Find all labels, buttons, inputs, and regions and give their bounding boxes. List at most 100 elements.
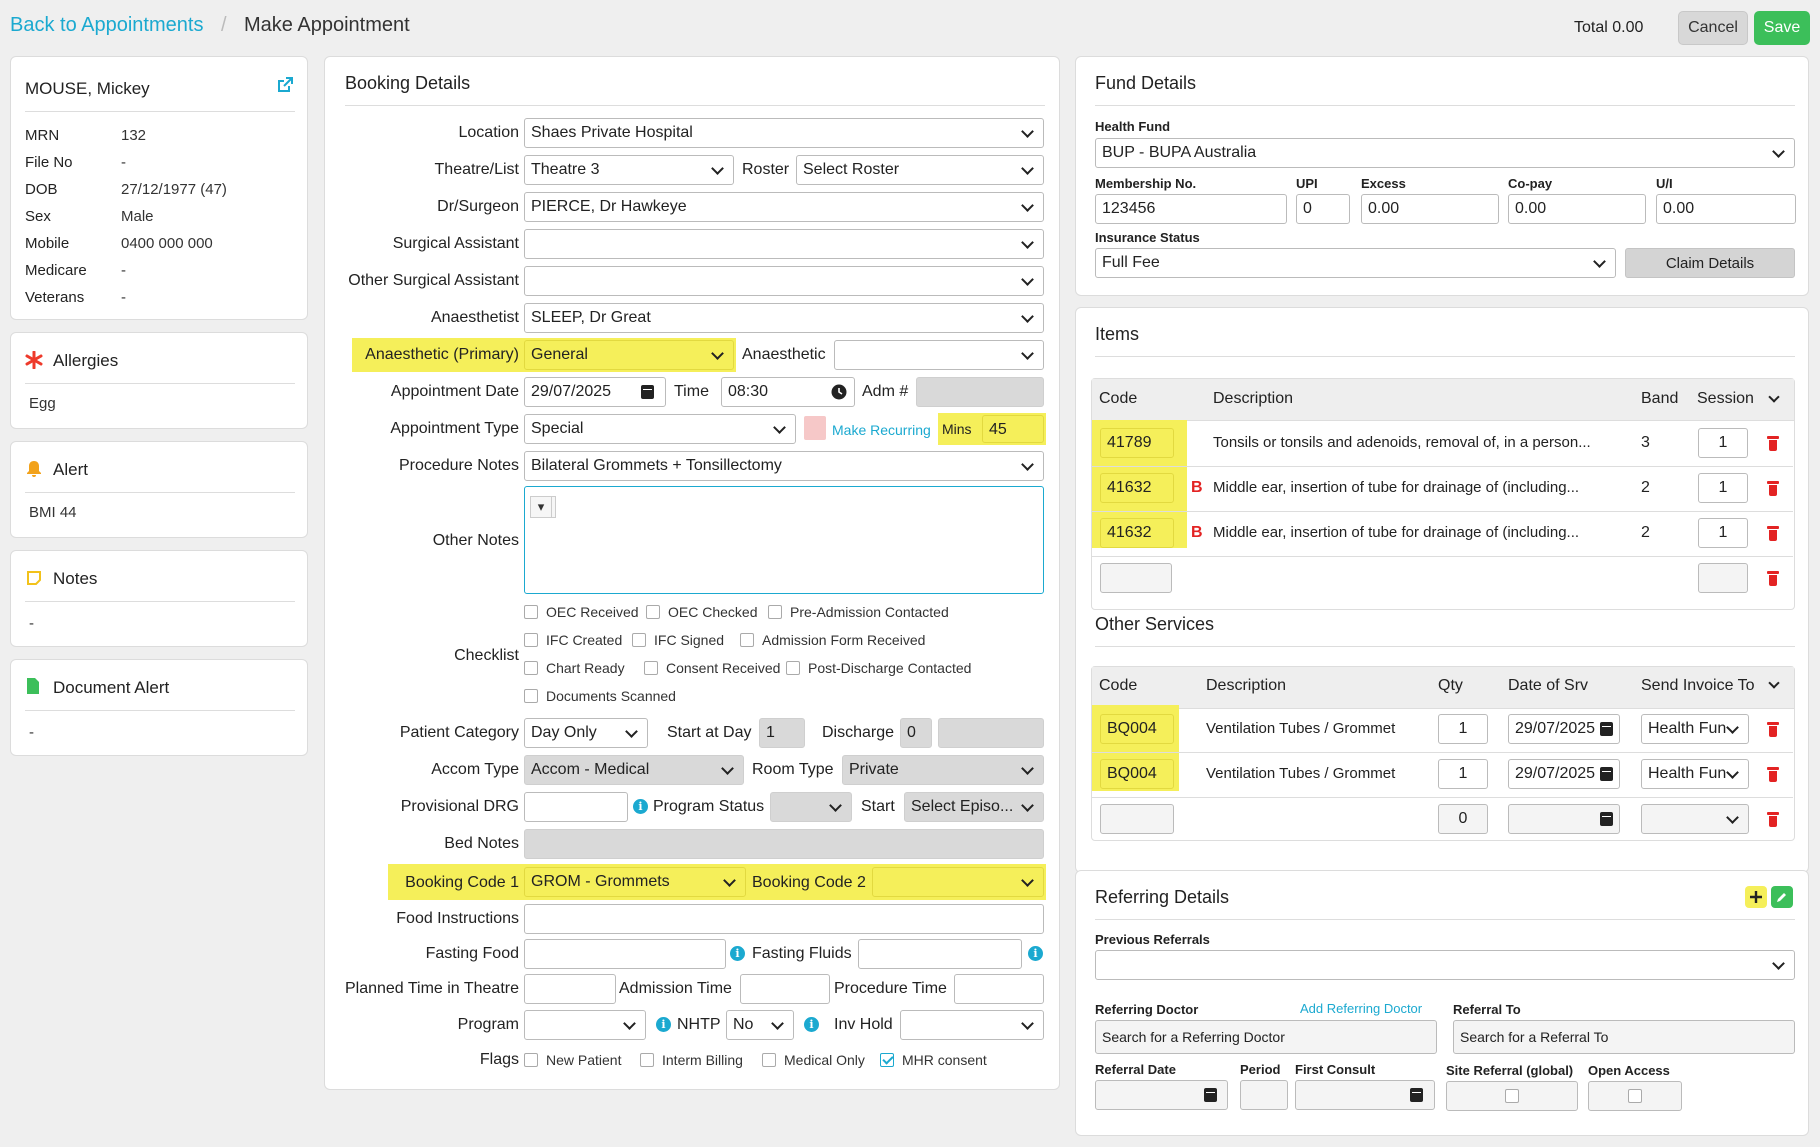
other-assistant-select[interactable] [524,266,1044,296]
site-referral-checkbox[interactable] [1505,1089,1519,1103]
back-to-appointments-link[interactable]: Back to Appointments [10,14,203,37]
anaesthetic-primary-select[interactable]: General [524,340,734,370]
checklist-item[interactable]: Admission Form Received [740,632,925,648]
info-icon[interactable]: i [633,799,648,814]
new-item-session-input[interactable] [1698,563,1748,593]
delete-icon[interactable] [1767,767,1779,782]
info-icon[interactable]: i [1028,946,1043,961]
checkbox[interactable] [880,1053,894,1067]
accom-type-select[interactable]: Accom - Medical [524,755,744,785]
item-code-input[interactable]: 41632 [1100,518,1174,548]
health-fund-select[interactable]: BUP - BUPA Australia [1095,138,1795,168]
excess-input[interactable]: 0.00 [1361,194,1499,224]
edit-referral-button[interactable] [1771,886,1793,908]
checkbox[interactable] [524,1053,538,1067]
checkbox[interactable] [786,661,800,675]
new-send-invoice-select[interactable] [1641,804,1749,834]
checklist-item[interactable]: Chart Ready [524,660,625,676]
claim-details-button[interactable]: Claim Details [1625,248,1795,278]
editor-button[interactable]: ▾ [530,496,552,518]
delete-icon[interactable] [1767,571,1779,586]
external-link-icon[interactable] [277,77,293,93]
fasting-food-input[interactable] [524,939,726,969]
delete-icon[interactable] [1767,481,1779,496]
anaesthetic-select[interactable] [834,340,1044,370]
calendar-icon[interactable] [1600,767,1613,781]
adm-input[interactable] [916,377,1044,407]
item-session-input[interactable]: 1 [1698,473,1748,503]
admission-time-input[interactable] [740,974,830,1004]
start-at-day-input[interactable]: 1 [759,718,805,748]
booking-code1-select[interactable]: GROM - Grommets [524,867,746,897]
nhtp-select[interactable]: No [726,1010,794,1040]
checkbox[interactable] [644,661,658,675]
checkbox[interactable] [768,605,782,619]
membership-input[interactable]: 123456 [1095,194,1287,224]
flag-item[interactable]: Interm Billing [640,1052,743,1068]
procedure-notes-select[interactable]: Bilateral Grommets + Tonsillectomy [524,451,1044,481]
bed-notes-input[interactable] [524,829,1044,859]
delete-icon[interactable] [1767,812,1779,827]
service-code-input[interactable]: BQ004 [1100,759,1174,789]
planned-time-input[interactable] [524,974,616,1004]
other-notes-editor[interactable] [524,486,1044,594]
new-item-code-input[interactable] [1100,563,1172,593]
ui-input[interactable]: 0.00 [1656,194,1796,224]
checkbox[interactable] [524,633,538,647]
anaesthetist-select[interactable]: SLEEP, Dr Great [524,303,1044,333]
inv-hold-select[interactable] [900,1010,1044,1040]
service-code-input[interactable]: BQ004 [1100,714,1174,744]
program-select[interactable] [524,1010,646,1040]
copay-input[interactable]: 0.00 [1508,194,1646,224]
checklist-item[interactable]: Pre-Admission Contacted [768,604,949,620]
calendar-icon[interactable] [1600,722,1613,736]
patient-category-select[interactable]: Day Only [524,718,648,748]
checkbox[interactable] [640,1053,654,1067]
send-invoice-select[interactable]: Health Fun [1641,759,1749,789]
delete-icon[interactable] [1767,722,1779,737]
info-icon[interactable]: i [804,1017,819,1032]
make-recurring-link[interactable]: Make Recurring [832,422,931,438]
info-icon[interactable]: i [656,1017,671,1032]
referring-doctor-input[interactable]: Search for a Referring Doctor [1095,1020,1437,1054]
previous-referrals-select[interactable] [1095,950,1795,980]
checkbox[interactable] [646,605,660,619]
referral-to-input[interactable]: Search for a Referral To [1453,1020,1795,1054]
procedure-time-input[interactable] [954,974,1044,1004]
send-invoice-select[interactable]: Health Fun [1641,714,1749,744]
checkbox[interactable] [762,1053,776,1067]
delete-icon[interactable] [1767,436,1779,451]
item-code-input[interactable]: 41789 [1100,428,1174,458]
service-qty-input[interactable]: 1 [1438,714,1488,744]
checklist-item[interactable]: IFC Signed [632,632,724,648]
new-service-qty-input[interactable]: 0 [1438,804,1488,834]
calendar-icon[interactable] [641,385,654,399]
checklist-item[interactable]: OEC Checked [646,604,757,620]
checkbox[interactable] [524,605,538,619]
new-service-code-input[interactable] [1100,804,1174,834]
clock-icon[interactable] [831,384,847,400]
mins-input[interactable]: 45 [982,415,1044,443]
item-session-input[interactable]: 1 [1698,518,1748,548]
cancel-button[interactable]: Cancel [1678,11,1748,45]
start-select[interactable]: Select Episo... [904,792,1044,822]
recurring-checkbox[interactable] [804,416,826,440]
theatre-select[interactable]: Theatre 3 [524,155,734,185]
save-button[interactable]: Save [1754,11,1810,45]
checklist-item[interactable]: Post-Discharge Contacted [786,660,971,676]
appointment-type-select[interactable]: Special [524,414,796,444]
upi-input[interactable]: 0 [1296,194,1350,224]
flag-item[interactable]: Medical Only [762,1052,865,1068]
calendar-icon[interactable] [1600,812,1613,826]
location-select[interactable]: Shaes Private Hospital [524,118,1044,148]
provisional-drg-input[interactable] [524,792,628,822]
booking-code2-select[interactable] [872,867,1044,897]
item-code-input[interactable]: 41632 [1100,473,1174,503]
period-input[interactable] [1240,1080,1288,1110]
fasting-fluids-input[interactable] [858,939,1022,969]
roster-select[interactable]: Select Roster [796,155,1044,185]
food-instructions-input[interactable] [524,904,1044,934]
flag-item[interactable]: MHR consent [880,1052,987,1068]
checkbox[interactable] [740,633,754,647]
add-referring-doctor-link[interactable]: Add Referring Doctor [1300,1001,1422,1016]
